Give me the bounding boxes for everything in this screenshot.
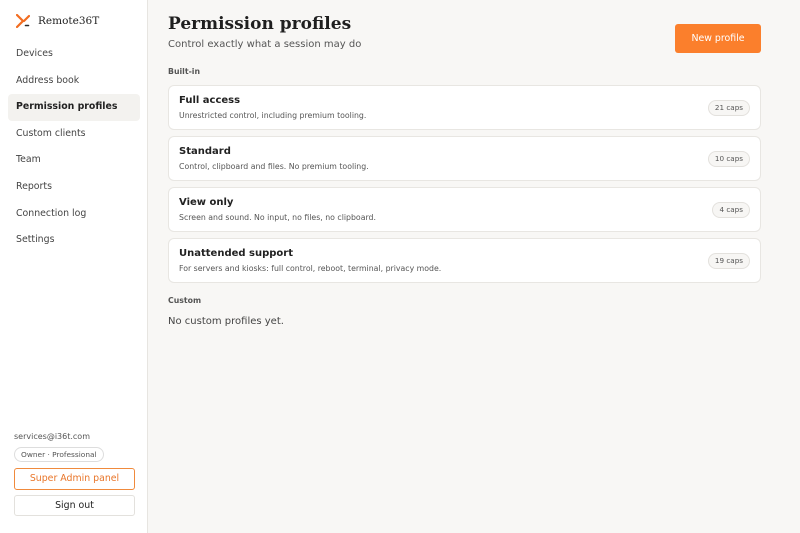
- profile-card-view-only[interactable]: View only Screen and sound. No input, no…: [168, 187, 761, 232]
- sidebar-item-custom-clients[interactable]: Custom clients: [8, 121, 140, 148]
- sidebar-item-address-book[interactable]: Address book: [8, 68, 140, 95]
- sidebar-item-connection-log[interactable]: Connection log: [8, 201, 140, 228]
- role-badge: Owner · Professional: [14, 447, 104, 462]
- sidebar-item-team[interactable]: Team: [8, 147, 140, 174]
- profile-description: Screen and sound. No input, no files, no…: [179, 213, 376, 222]
- main-content: Permission profiles Control exactly what…: [148, 0, 800, 533]
- sidebar-nav: Devices Address book Permission profiles…: [8, 41, 140, 254]
- section-label-custom: Custom: [168, 296, 202, 305]
- sidebar-item-reports[interactable]: Reports: [8, 174, 140, 201]
- section-label-builtin: Built-in: [168, 67, 201, 76]
- profile-name: Full access: [179, 95, 241, 106]
- sidebar-item-permission-profiles[interactable]: Permission profiles: [8, 94, 140, 121]
- page-title: Permission profiles: [168, 14, 352, 34]
- profile-description: Unrestricted control, including premium …: [179, 111, 367, 120]
- brand[interactable]: Remote36T: [16, 12, 99, 30]
- profile-name: Standard: [179, 146, 231, 157]
- profile-card-full-access[interactable]: Full access Unrestricted control, includ…: [168, 85, 761, 130]
- super-admin-panel-button[interactable]: Super Admin panel: [14, 468, 135, 490]
- sign-out-button[interactable]: Sign out: [14, 495, 135, 516]
- caps-badge: 4 caps: [712, 202, 750, 218]
- sidebar: Remote36T Devices Address book Permissio…: [0, 0, 148, 533]
- user-email: services@i36t.com: [14, 432, 90, 441]
- profile-card-unattended-support[interactable]: Unattended support For servers and kiosk…: [168, 238, 761, 283]
- caps-badge: 21 caps: [707, 100, 750, 116]
- custom-profiles-empty-state: No custom profiles yet.: [168, 316, 284, 327]
- profile-description: For servers and kiosks: full control, re…: [179, 264, 442, 273]
- profile-name: Unattended support: [179, 248, 293, 259]
- new-profile-button[interactable]: New profile: [675, 24, 761, 53]
- brand-name: Remote36T: [38, 15, 100, 27]
- sidebar-item-settings[interactable]: Settings: [8, 227, 140, 254]
- profile-description: Control, clipboard and files. No premium…: [179, 162, 369, 171]
- caps-badge: 10 caps: [707, 151, 750, 167]
- caps-badge: 19 caps: [707, 253, 750, 269]
- sidebar-item-devices[interactable]: Devices: [8, 41, 140, 68]
- logo-icon: [16, 14, 30, 28]
- profile-name: View only: [179, 197, 234, 208]
- page-subtitle: Control exactly what a session may do: [168, 39, 362, 50]
- profile-card-standard[interactable]: Standard Control, clipboard and files. N…: [168, 136, 761, 181]
